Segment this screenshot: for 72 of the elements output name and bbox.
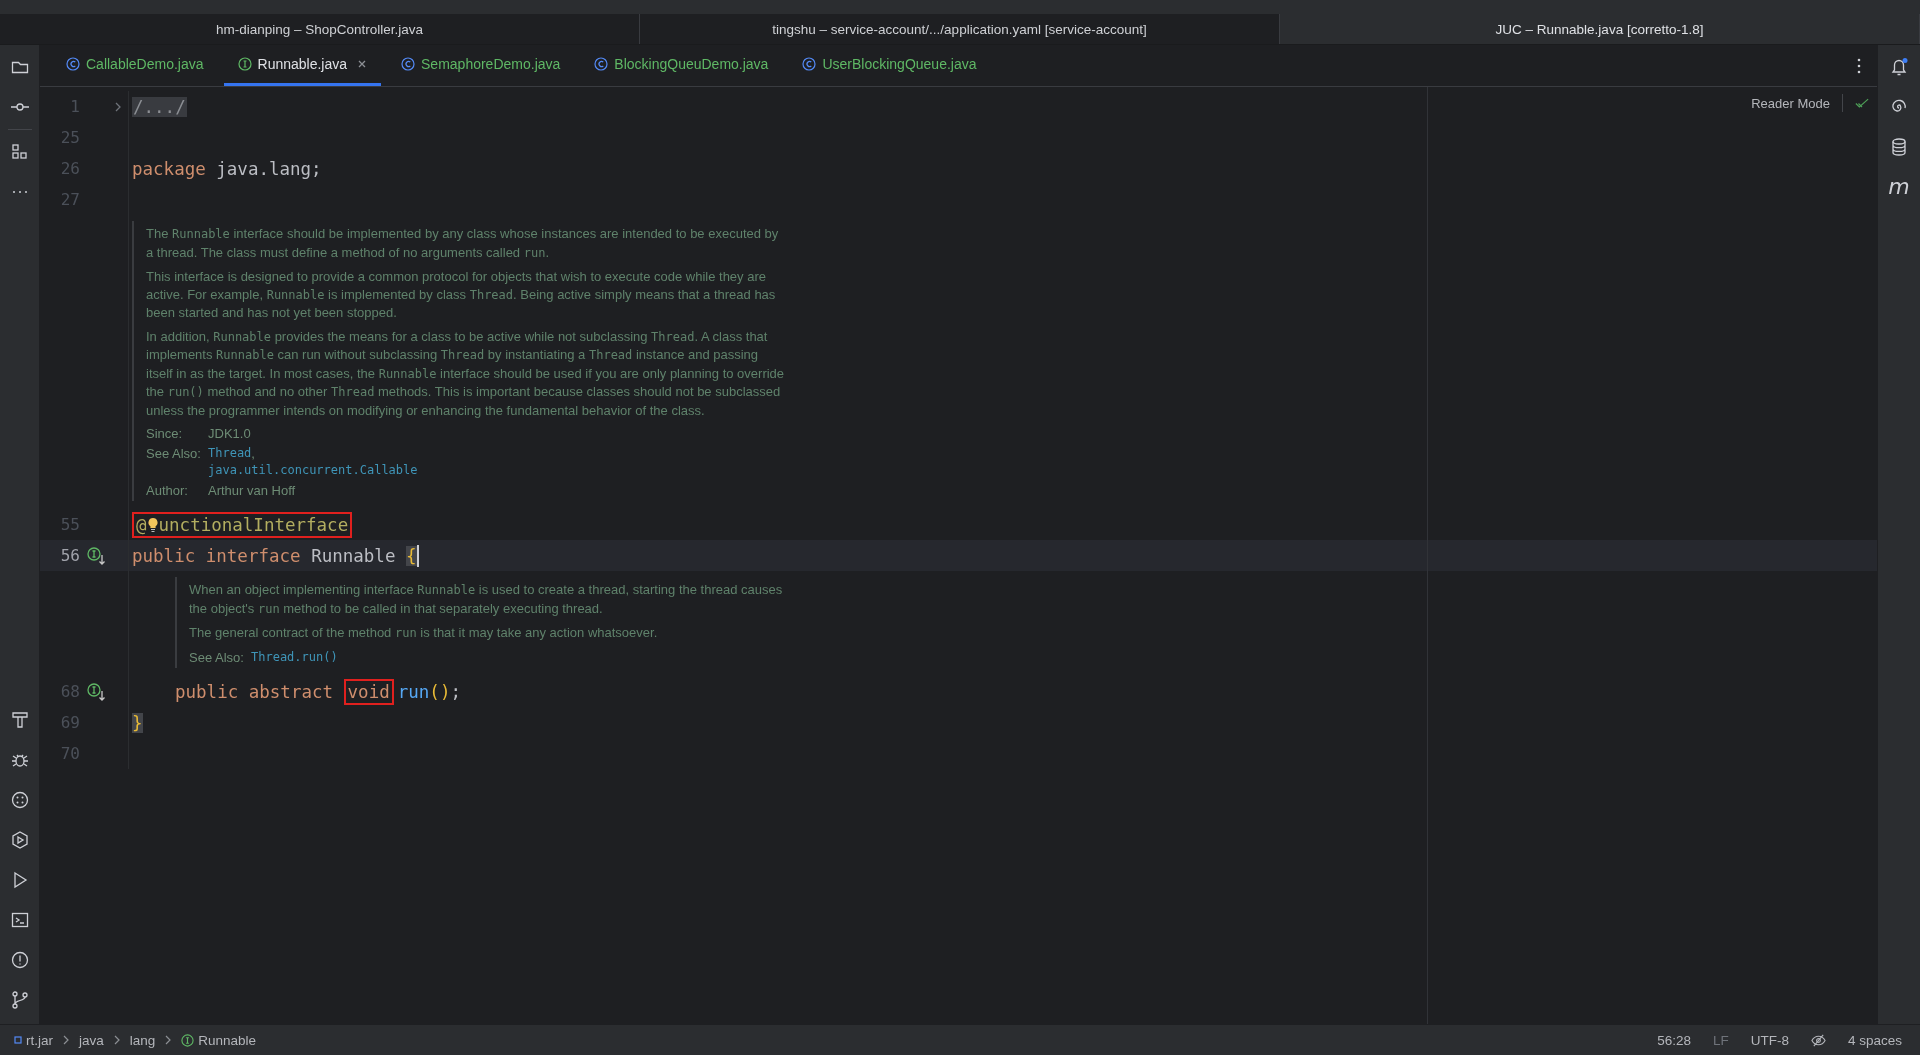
maven-icon[interactable]: m	[1888, 177, 1910, 197]
keyword: void	[347, 681, 390, 702]
breadcrumb[interactable]: rt.jar	[14, 1032, 53, 1048]
doc-link[interactable]: Thread	[208, 444, 252, 462]
jar-icon	[14, 1036, 22, 1044]
doc-tag-value: ,	[251, 444, 255, 462]
doc-paragraph: This interface is designed to provide a common protocol for objects that wish to execute code while they are active. For example, Runnable is implemented by class Thread. Being active simply means that a thread has been started and has not yet been stopped.	[146, 268, 777, 322]
check-icon	[1855, 97, 1869, 109]
chevron-icon	[63, 1035, 69, 1045]
class-icon	[594, 57, 609, 71]
doc-paragraph: The general contract of the method run is that it may take any action whatsoever.	[189, 624, 659, 642]
brace: }	[132, 712, 143, 733]
services-icon[interactable]	[9, 830, 30, 850]
doc-tag-label: See Also:	[189, 648, 245, 666]
chevron-icon	[113, 1035, 120, 1045]
doc-paragraph: In addition, Runnable provides the means for a class to be active while not subclassing Thread. A class that implements Runnable can run without subclassing Thread by instantiating a Thread instance and passing itself in as the target. In most cases, the Runnable interface should be used if you are only planning to override the run() method and no other Thread methods. This is important because classes should not be subclassed unless the programmer intends on modifying or enhancing the fundamental behavior of the class.	[146, 327, 786, 419]
doc-paragraph: The Runnable interface should be implemented by any class whose instances are intended to be executed by a thread. The class must define a method of no arguments called run.	[146, 225, 780, 262]
project-tab[interactable]: JUC – Runnable.java [corretto-1.8]	[1280, 14, 1920, 44]
line-number: 56	[59, 546, 80, 565]
interface-icon	[181, 1033, 195, 1047]
doc-tag-value: JDK1.0	[208, 425, 251, 443]
more-icon[interactable]	[1857, 57, 1861, 74]
keyword: public abstract	[175, 681, 335, 702]
doc-tag-label: Author:	[146, 481, 189, 499]
implemented-icon[interactable]	[87, 546, 107, 565]
doc-tag-label: See Also:	[146, 444, 202, 463]
editor-tab[interactable]: UserBlockingQueue.java	[788, 45, 991, 86]
brace: {	[405, 545, 417, 566]
editor-tab[interactable]: BlockingQueuDemo.java	[580, 45, 783, 86]
terminal-icon[interactable]	[9, 910, 30, 930]
keyword: interface	[205, 545, 301, 566]
class-icon	[401, 57, 416, 71]
doc-paragraph: When an object implementing interface Runnable is used to create a thread, starting the thread causes the object's run method to be called in that separately executing thread.	[189, 581, 784, 618]
keyword: package	[132, 158, 206, 179]
code-text: ;	[450, 681, 461, 702]
structure-icon[interactable]	[9, 142, 30, 162]
annotation: unctionalInterface	[158, 514, 349, 535]
folded-region: /.../	[132, 96, 187, 117]
doc-link[interactable]: Thread.run()	[251, 648, 338, 666]
code-text: Runnable	[310, 545, 397, 566]
hammer-icon[interactable]	[9, 710, 30, 730]
close-icon[interactable]	[357, 59, 368, 69]
doc-tag-label: Since:	[146, 425, 184, 443]
problems-icon[interactable]	[9, 950, 30, 970]
doc-link[interactable]: java.util.concurrent.Callable	[208, 462, 418, 480]
parentheses: ()	[429, 681, 451, 702]
editor-tab[interactable]: SemaphoreDemo.java	[387, 45, 575, 86]
implemented-icon[interactable]	[87, 682, 107, 701]
breadcrumb[interactable]: java	[79, 1032, 104, 1048]
class-icon	[66, 57, 80, 71]
interface-icon	[237, 57, 252, 71]
chevron-icon	[165, 1035, 172, 1045]
breadcrumb[interactable]: Runnable	[181, 1032, 257, 1048]
notifications-bell-icon[interactable]	[1889, 57, 1909, 77]
eye-crossed-icon[interactable]	[1810, 1032, 1826, 1048]
method-name: run	[397, 681, 430, 702]
file-encoding[interactable]: UTF-8	[1750, 1032, 1789, 1048]
light-bulb-icon[interactable]	[146, 516, 159, 533]
editor-tab[interactable]: CallableDemo.java	[52, 45, 218, 86]
keyword: public	[132, 545, 197, 566]
class-icon	[802, 57, 817, 71]
database-icon[interactable]	[1889, 137, 1909, 157]
doc-tag-value: Arthur van Hoff	[208, 481, 296, 499]
plugins-icon[interactable]	[9, 790, 30, 810]
code-text: java.lang;	[215, 158, 322, 179]
git-branch-icon[interactable]	[9, 990, 30, 1010]
annotation: @	[136, 514, 147, 535]
project-tab[interactable]: hm-dianping – ShopController.java	[0, 14, 640, 44]
caret-position[interactable]: 56:28	[1657, 1032, 1691, 1048]
reader-mode-button[interactable]: Reader Mode	[1751, 95, 1830, 111]
breadcrumb[interactable]: lang	[129, 1032, 156, 1048]
indent-setting[interactable]: 4 spaces	[1847, 1032, 1902, 1048]
